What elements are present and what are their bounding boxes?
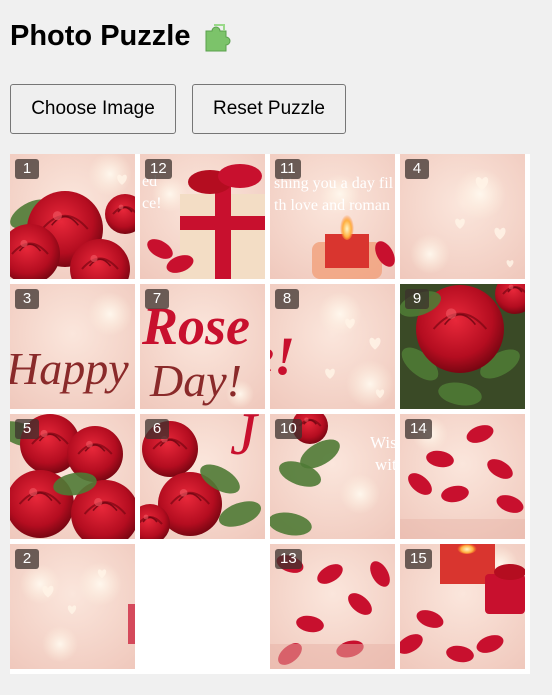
svg-text:th love and roman: th love and roman [274,197,390,214]
svg-text:Wis: Wis [370,433,395,452]
puzzle-tile-11[interactable]: shing you a day fil th love and roman 11 [270,154,395,279]
puzzle-tile-14[interactable]: 14 [400,414,525,539]
puzzle-tile-1[interactable]: 1 [10,154,135,279]
page-title-text: Photo Puzzle [10,20,191,52]
svg-text:Happy: Happy [10,343,129,394]
svg-text:J: J [230,414,259,467]
tile-number-badge: 1 [15,159,39,179]
choose-image-button[interactable]: Choose Image [10,84,176,134]
puzzle-piece-icon [202,21,234,53]
page-title: Photo Puzzle [10,20,234,53]
tile-number-badge: 9 [405,289,429,309]
tile-number-badge: 14 [405,419,432,439]
puzzle-tile-13[interactable]: 13 [270,544,395,669]
puzzle-tile-3[interactable]: Happy 3 [10,284,135,409]
tile-number-badge: 4 [405,159,429,179]
puzzle-tile-2[interactable]: 2 [10,544,135,669]
empty-cell [140,544,265,669]
puzzle-tile-9[interactable]: 9 [400,284,525,409]
tile-number-badge: 15 [405,549,432,569]
tile-number-badge: 2 [15,549,39,569]
puzzle-tile-15[interactable]: 15 [400,544,525,669]
puzzle-tile-6[interactable]: J6 [140,414,265,539]
tile-number-badge: 10 [275,419,302,439]
puzzle-tile-8[interactable]: e! 8 [270,284,395,409]
svg-text:e!: e! [270,326,295,386]
tile-number-badge: 12 [145,159,172,179]
svg-text:wit: wit [375,455,395,474]
svg-text:Day!: Day! [149,355,242,406]
tile-number-badge: 8 [275,289,299,309]
puzzle-board: 1 ed ce! 12 shing you a day fil th love and r… [10,154,530,674]
puzzle-tile-10[interactable]: Wis wit 10 [270,414,395,539]
puzzle-tile-7[interactable]: Rose Day! 7 [140,284,265,409]
puzzle-tile-4[interactable]: 4 [400,154,525,279]
tile-number-badge: 7 [145,289,169,309]
svg-text:ce!: ce! [142,195,162,212]
tile-number-badge: 13 [275,549,302,569]
tile-number-badge: 5 [15,419,39,439]
puzzle-tile-12[interactable]: ed ce! 12 [140,154,265,279]
tile-number-badge: 6 [145,419,169,439]
puzzle-tile-5[interactable]: 5 [10,414,135,539]
tile-number-badge: 3 [15,289,39,309]
reset-puzzle-button[interactable]: Reset Puzzle [192,84,346,134]
tile-number-badge: 11 [275,159,301,179]
